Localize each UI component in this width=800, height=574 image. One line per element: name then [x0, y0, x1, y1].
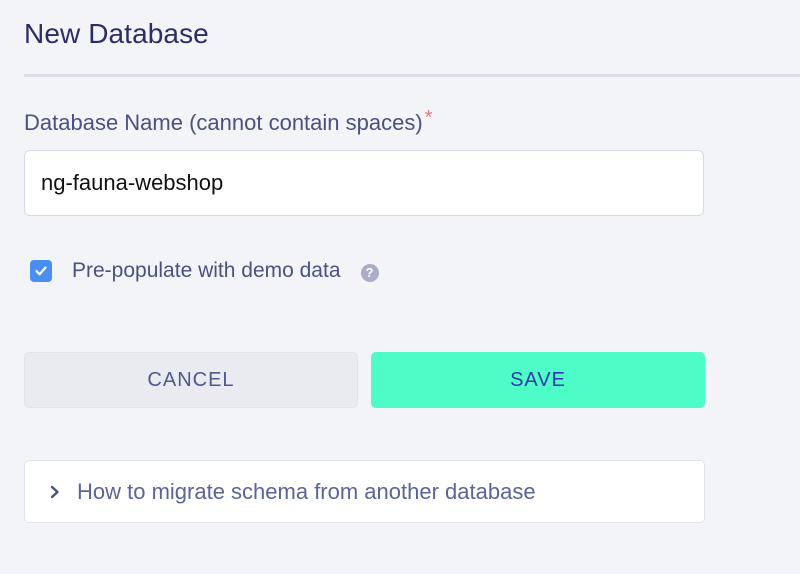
- database-name-label: Database Name (cannot contain spaces) *: [24, 107, 433, 136]
- new-database-dialog: New Database Database Name (cannot conta…: [0, 0, 800, 574]
- demo-data-checkbox[interactable]: [30, 260, 52, 282]
- database-name-label-text: Database Name (cannot contain spaces): [24, 110, 423, 135]
- chevron-right-icon: [49, 485, 61, 499]
- question-circle-icon[interactable]: ?: [360, 263, 379, 282]
- migrate-schema-link[interactable]: How to migrate schema from another datab…: [77, 479, 536, 505]
- save-button[interactable]: SAVE: [371, 352, 705, 408]
- migrate-schema-expander[interactable]: How to migrate schema from another datab…: [24, 460, 705, 523]
- page-title: New Database: [24, 18, 209, 49]
- database-name-input[interactable]: [24, 150, 704, 216]
- demo-data-label[interactable]: Pre-populate with demo data: [72, 259, 341, 283]
- checkmark-icon: [35, 266, 47, 276]
- required-indicator: *: [424, 107, 433, 129]
- demo-data-option: Pre-populate with demo data ?: [30, 256, 379, 286]
- cancel-button[interactable]: CANCEL: [24, 352, 358, 408]
- header-divider: [24, 74, 800, 77]
